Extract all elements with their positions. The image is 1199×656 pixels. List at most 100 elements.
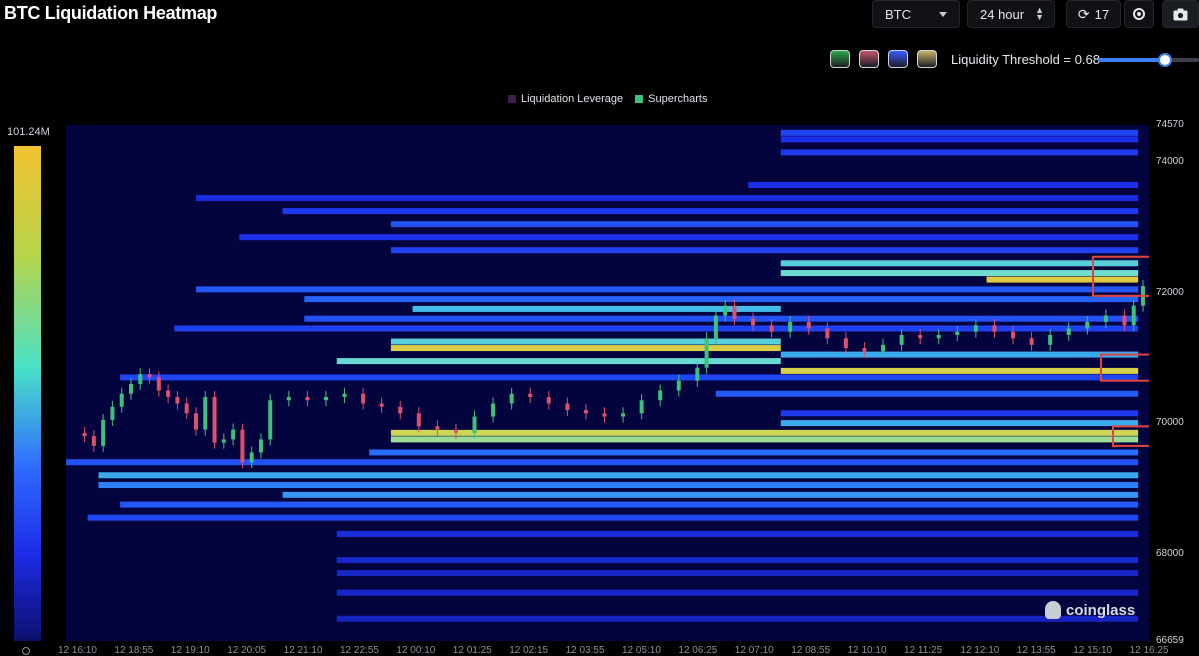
liquidation-band [780, 351, 1139, 358]
price-candle [435, 426, 440, 430]
price-candle [1122, 315, 1127, 326]
price-candle [862, 348, 867, 352]
price-candle [509, 393, 514, 404]
y-tick-label: 74570 [1156, 119, 1184, 130]
liquidation-band [336, 570, 1139, 577]
liquidation-band [780, 270, 1139, 277]
threshold-slider-fill [1098, 58, 1167, 62]
price-candle [491, 403, 496, 417]
price-candle [825, 328, 830, 339]
price-candle [184, 403, 189, 414]
x-tick-label: 12 15:10 [1073, 645, 1113, 656]
palette-swatch-gold[interactable] [917, 50, 937, 68]
x-tick-label: 12 10:10 [847, 645, 887, 656]
price-candle [212, 396, 217, 443]
price-candle [221, 439, 226, 443]
price-candle [992, 325, 997, 332]
x-tick-label: 12 13:55 [1016, 645, 1056, 656]
refresh-icon: ⟳ [1077, 5, 1090, 22]
price-candle [416, 413, 421, 427]
price-candle [723, 305, 728, 316]
x-tick-label: 12 06:25 [678, 645, 718, 656]
liquidation-band [390, 221, 1139, 228]
price-candle [342, 393, 347, 397]
price-candle [361, 393, 366, 404]
price-candle [147, 374, 152, 378]
price-candle [305, 396, 310, 401]
liquidation-band [304, 315, 1139, 322]
threshold-slider-thumb[interactable] [1158, 53, 1172, 67]
x-tick-label: 12 18:55 [114, 645, 154, 656]
refresh-button[interactable]: ⟳ 17 [1066, 0, 1121, 28]
legend-item-liquidation-leverage[interactable]: Liquidation Leverage [508, 93, 623, 105]
liquidation-band [304, 296, 1139, 303]
heatmap-plot-area[interactable] [66, 125, 1149, 641]
liquidation-band [98, 472, 1139, 479]
legend-item-supercharts[interactable]: Supercharts [635, 93, 707, 105]
threshold-slider-track[interactable] [1098, 58, 1199, 62]
palette-swatch-blue[interactable] [888, 50, 908, 68]
price-candle [1103, 315, 1108, 322]
legend-swatch [508, 95, 516, 103]
price-candle [286, 396, 291, 401]
liquidation-band [390, 436, 1139, 443]
price-candle [1085, 321, 1090, 329]
interval-select[interactable]: 24 hour ▲ ▼ [967, 0, 1055, 28]
y-tick-label: 68000 [1156, 547, 1184, 559]
updown-chevron-icon: ▲ ▼ [1035, 5, 1044, 22]
price-candle [1048, 335, 1053, 345]
y-tick-label: 74000 [1156, 156, 1184, 168]
price-candle [119, 393, 124, 407]
price-candle [806, 321, 811, 329]
interval-select-value: 24 hour [980, 6, 1025, 22]
price-candle [379, 403, 384, 407]
price-candle [323, 396, 328, 401]
liquidation-band [336, 358, 781, 365]
price-candle [732, 305, 737, 319]
liquidation-band [239, 234, 1139, 241]
palette-selector [830, 50, 937, 68]
price-candle [472, 416, 477, 433]
x-tick-label: 12 16:25 [1129, 645, 1169, 656]
liquidation-band [195, 195, 1139, 202]
liquidation-band [282, 208, 1139, 215]
price-candle [602, 413, 607, 417]
refresh-count: 17 [1094, 6, 1110, 22]
price-candle [203, 396, 208, 430]
price-candle [193, 413, 198, 430]
x-tick-label: 12 22:55 [340, 645, 379, 656]
liquidation-band [390, 429, 1139, 436]
color-scale-max-label: 101.24M [7, 126, 50, 138]
price-candle [899, 335, 904, 345]
palette-swatch-red[interactable] [859, 50, 879, 68]
x-tick-label: 12 03:55 [565, 645, 605, 656]
price-candle [1131, 305, 1136, 326]
x-tick-label: 12 07:10 [734, 645, 774, 656]
price-candle [398, 406, 403, 414]
record-button[interactable] [1124, 0, 1154, 28]
price-candle [936, 335, 941, 339]
liquidation-band [66, 459, 1139, 466]
price-candle [101, 419, 106, 446]
chart-legend: Liquidation Leverage Supercharts [508, 93, 707, 105]
price-candle [1066, 328, 1071, 336]
x-tick-label: 12 01:25 [452, 645, 492, 656]
x-tick-label: 12 20:05 [227, 645, 267, 656]
camera-icon [1173, 8, 1188, 20]
price-candle [82, 432, 87, 437]
price-candle [138, 374, 143, 384]
symbol-select-value: BTC [885, 6, 911, 22]
price-candle [621, 413, 626, 417]
price-candle [788, 321, 793, 332]
symbol-select[interactable]: BTC [872, 0, 960, 28]
liquidation-band [390, 247, 1139, 254]
screenshot-button[interactable] [1162, 0, 1199, 28]
liquidation-band [120, 501, 1139, 508]
highlight-box [1112, 425, 1149, 447]
price-candle [769, 325, 774, 332]
price-candle [676, 380, 681, 391]
palette-swatch-green[interactable] [830, 50, 850, 68]
y-tick-label: 72000 [1156, 286, 1184, 298]
x-tick-label: 12 11:25 [904, 645, 943, 656]
price-candle [955, 331, 960, 336]
